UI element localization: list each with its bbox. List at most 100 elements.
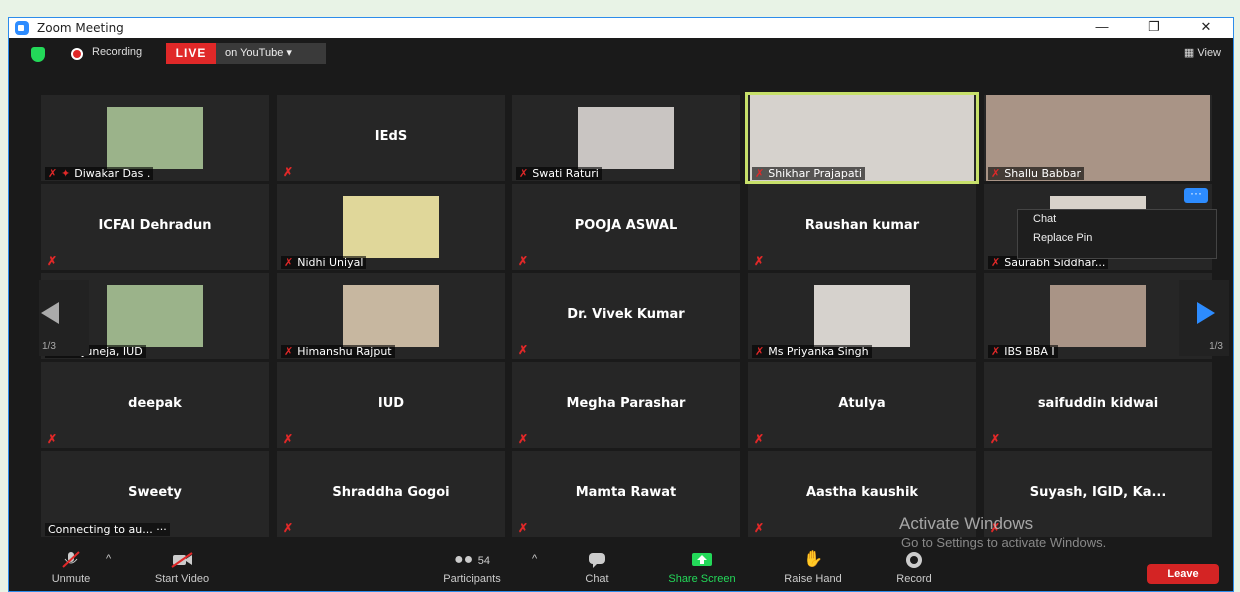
participant-name: IBS BBA I <box>1004 345 1055 358</box>
muted-mic-icon: ✗ <box>47 254 58 268</box>
participant-name: Shikhar Prajapati <box>768 167 862 180</box>
participant-name-label: ✗ Nidhi Uniyal <box>281 256 367 269</box>
chat-label: Chat <box>585 573 609 585</box>
chat-bubble-icon <box>552 551 642 569</box>
arrow-right-icon <box>1197 302 1215 324</box>
participant-video-thumbnail <box>343 196 439 258</box>
muted-mic-icon: ✗ <box>991 256 1001 269</box>
tile-context-menu: Chat Replace Pin <box>1017 209 1217 259</box>
unmute-button[interactable]: Unmute <box>26 551 116 585</box>
chat-button[interactable]: Chat <box>552 551 642 585</box>
participants-button[interactable]: ●● 54 Participants <box>427 551 517 585</box>
participant-name-label: ✗ IBS BBA I <box>988 345 1058 358</box>
page-indicator-left: 1/3 <box>42 341 56 352</box>
participants-label: Participants <box>443 573 501 585</box>
participant-name: Shallu Babbar <box>1004 167 1082 180</box>
restore-button[interactable]: ❐ <box>1131 18 1177 38</box>
participant-tile[interactable]: deepak ✗ <box>41 362 269 448</box>
participant-tile[interactable]: ✗ IBS BBA I <box>984 273 1212 359</box>
participant-tile[interactable]: ICFAI Dehradun ✗ <box>41 184 269 270</box>
participant-tile[interactable]: ✗ Nidhi Uniyal <box>277 184 505 270</box>
participant-name: Atulya <box>838 396 886 411</box>
participant-name: ICFAI Dehradun <box>98 218 212 233</box>
participant-name: Diwakar Das . <box>74 167 151 180</box>
participant-name: IEdS <box>374 129 408 144</box>
participant-video-thumbnail <box>578 107 674 169</box>
participant-name-label: ✗ Himanshu Rajput <box>281 345 395 358</box>
participant-tile[interactable]: POOJA ASWAL ✗ <box>512 184 740 270</box>
participant-video-thumbnail <box>1050 285 1146 347</box>
security-shield-icon[interactable] <box>31 47 45 62</box>
participant-video-thumbnail <box>107 285 203 347</box>
participant-tile[interactable]: saifuddin kidwai ✗ <box>984 362 1212 448</box>
participant-tile[interactable]: Mamta Rawat ✗ <box>512 451 740 537</box>
activate-windows-watermark-hint: Go to Settings to activate Windows. <box>901 535 1107 550</box>
participant-name-label: ✗ Shikhar Prajapati <box>752 167 865 180</box>
participant-video-thumbnail <box>107 107 203 169</box>
menu-item-replace-pin[interactable]: Replace Pin <box>1018 229 1216 248</box>
share-screen-icon <box>657 551 747 569</box>
participants-count: 54 <box>477 555 491 567</box>
more-options-button[interactable]: ··· <box>1184 187 1208 203</box>
participant-name: Shraddha Gogoi <box>332 485 450 500</box>
share-screen-label: Share Screen <box>668 573 736 585</box>
muted-mic-icon: ✗ <box>991 167 1001 180</box>
participant-tile[interactable]: Raushan kumar ✗ <box>748 184 976 270</box>
participant-tile[interactable]: IUD ✗ <box>277 362 505 448</box>
muted-mic-icon: ✗ <box>47 432 58 446</box>
next-page-button[interactable]: 1/3 <box>1179 280 1229 356</box>
participant-tile[interactable]: ✗ ✦ Diwakar Das . <box>41 95 269 181</box>
participant-tile[interactable]: Shraddha Gogoi ✗ <box>277 451 505 537</box>
recording-icon <box>71 48 83 60</box>
activate-windows-watermark-title: Activate Windows <box>899 514 1034 533</box>
record-button[interactable]: Record <box>869 551 959 585</box>
stream-target-dropdown[interactable]: on YouTube ▾ <box>216 43 326 64</box>
participant-tile[interactable]: ✗ Swati Raturi <box>512 95 740 181</box>
menu-item-chat[interactable]: Chat <box>1018 210 1216 229</box>
participant-tile[interactable]: Sweety Connecting to au... ··· <box>41 451 269 537</box>
leave-button[interactable]: Leave <box>1147 564 1219 584</box>
muted-mic-icon: ✗ ✦ <box>48 167 71 180</box>
muted-mic-icon: ✗ <box>991 345 1001 358</box>
view-button[interactable]: ▦ View <box>1184 46 1221 59</box>
minimize-button[interactable]: — <box>1079 18 1125 38</box>
participants-caret-icon[interactable]: ^ <box>532 553 537 565</box>
participants-icon: ●● 54 <box>453 551 491 568</box>
participant-name: Ms Priyanka Singh <box>768 345 869 358</box>
participant-tile[interactable]: ✗ Ms Priyanka Singh <box>748 273 976 359</box>
audio-options-caret-icon[interactable]: ^ <box>106 553 111 565</box>
muted-mic-icon: ✗ <box>283 165 294 179</box>
muted-mic-icon: ✗ <box>518 521 529 535</box>
share-screen-button[interactable]: Share Screen <box>657 551 747 585</box>
zoom-logo-icon <box>15 21 29 35</box>
participant-tile[interactable]: Megha Parashar ✗ <box>512 362 740 448</box>
muted-mic-icon: ✗ <box>518 254 529 268</box>
participant-tile[interactable]: ✗ Shallu Babbar <box>984 95 1212 181</box>
participant-video-thumbnail <box>343 285 439 347</box>
muted-mic-icon: ✗ <box>754 254 765 268</box>
participant-name: Himanshu Rajput <box>297 345 392 358</box>
start-video-button[interactable]: Start Video <box>137 551 227 585</box>
participant-tile[interactable]: Dr. Vivek Kumar ✗ <box>512 273 740 359</box>
participant-name: POOJA ASWAL <box>574 218 678 233</box>
participant-tile[interactable]: ✗ Himanshu Rajput <box>277 273 505 359</box>
participant-name: Suyash, IGID, Ka... <box>1029 485 1167 500</box>
previous-page-button[interactable]: 1/3 <box>39 280 89 356</box>
participant-tile[interactable]: ✗ Shikhar Prajapati <box>745 92 979 184</box>
muted-mic-icon: ✗ <box>284 345 294 358</box>
meeting-controls: Unmute ^ Start Video ●● 54 Participants … <box>9 545 1233 592</box>
participant-name-label: ✗ Shallu Babbar <box>988 167 1085 180</box>
muted-mic-icon: ✗ <box>754 521 765 535</box>
live-badge[interactable]: LIVE <box>166 43 216 64</box>
participant-video-thumbnail <box>814 285 910 347</box>
raise-hand-button[interactable]: ✋ Raise Hand <box>768 551 858 585</box>
muted-mic-icon: ✗ <box>519 167 529 180</box>
participant-name: Megha Parashar <box>566 396 686 411</box>
muted-mic-icon: ✗ <box>755 345 765 358</box>
close-button[interactable]: ✕ <box>1183 18 1229 38</box>
participant-tile[interactable]: IEdS ✗ <box>277 95 505 181</box>
muted-mic-icon: ✗ <box>754 432 765 446</box>
participant-name: Swati Raturi <box>532 167 599 180</box>
start-video-label: Start Video <box>154 573 210 585</box>
participant-tile[interactable]: Atulya ✗ <box>748 362 976 448</box>
